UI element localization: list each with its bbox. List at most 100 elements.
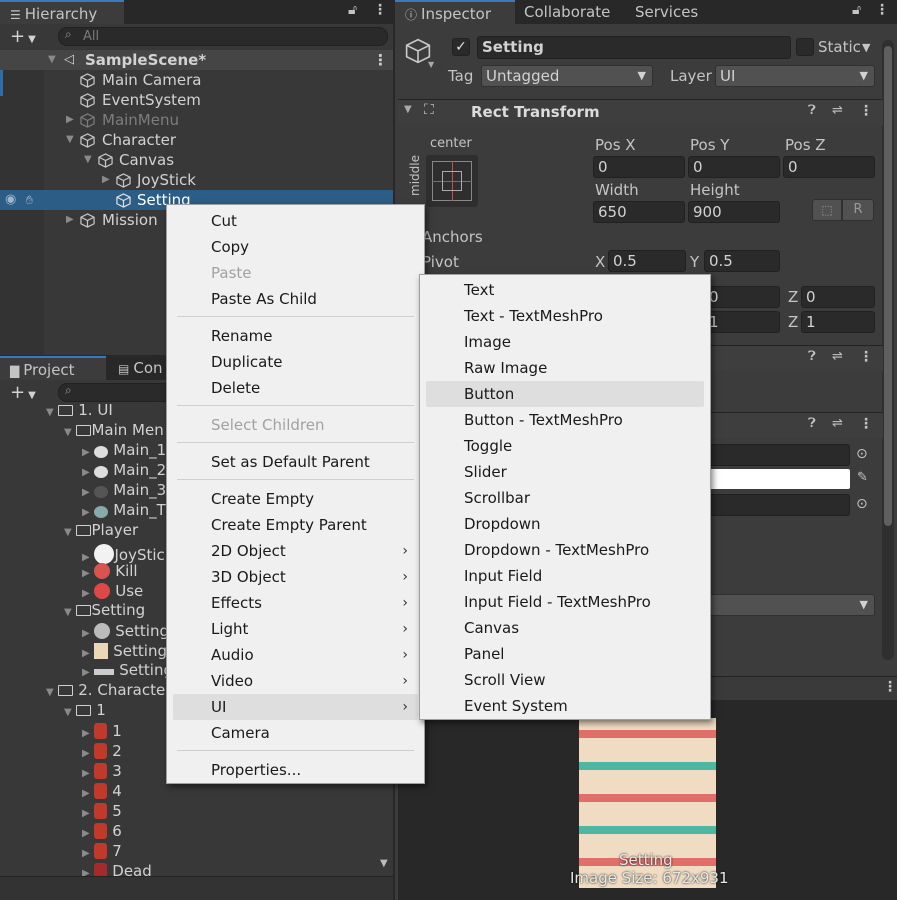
- expand-arrow-icon[interactable]: ▶: [82, 808, 90, 819]
- expand-arrow-icon[interactable]: ▶: [82, 467, 90, 478]
- submenu-item-input-field[interactable]: Input Field: [420, 563, 710, 589]
- submenu-item-image[interactable]: Image: [420, 329, 710, 355]
- asset-row[interactable]: ▶ 4: [82, 780, 122, 800]
- asset-row[interactable]: ▶ Dead: [82, 860, 152, 876]
- object-picker-icon[interactable]: ⊙: [856, 446, 868, 462]
- menu-item-cut[interactable]: Cut: [167, 208, 424, 234]
- menu-item-3d-object[interactable]: 3D Object ›: [167, 564, 424, 590]
- rect-transform-header[interactable]: ▼ ⛶ Rect Transform ❓︎ ⇌ ⋮: [398, 99, 883, 125]
- pos-y-field[interactable]: 0: [688, 156, 780, 178]
- active-checkbox[interactable]: ✓: [452, 38, 470, 56]
- help-icon[interactable]: ❓︎: [808, 103, 816, 118]
- expand-arrow-icon[interactable]: ▶: [82, 568, 90, 579]
- hierarchy-item-canvas[interactable]: ▼ Canvas: [0, 150, 393, 170]
- menu-item-audio[interactable]: Audio ›: [167, 642, 424, 668]
- object-picker-icon[interactable]: ⊙: [856, 496, 868, 512]
- scrollbar-thumb[interactable]: [884, 46, 892, 526]
- submenu-item-text[interactable]: Text: [420, 277, 710, 303]
- asset-row[interactable]: ▶ Use: [82, 580, 143, 600]
- pivot-x-field[interactable]: 0.5: [608, 250, 686, 272]
- help-icon[interactable]: ❓︎: [808, 349, 816, 364]
- preset-icon[interactable]: ⇌: [832, 103, 843, 118]
- tab-collaborate[interactable]: Collaborate: [514, 0, 624, 24]
- asset-row[interactable]: ▶ 6: [82, 820, 122, 840]
- help-icon[interactable]: ❓︎: [808, 416, 816, 431]
- expand-arrow-icon[interactable]: ▶: [82, 507, 90, 518]
- submenu-item-canvas[interactable]: Canvas: [420, 615, 710, 641]
- expand-arrow-icon[interactable]: ▶: [82, 588, 90, 599]
- pos-x-field[interactable]: 0: [593, 156, 685, 178]
- expand-arrow-icon[interactable]: ▶: [82, 828, 90, 839]
- expand-arrow-icon[interactable]: ▶: [82, 667, 90, 678]
- hierarchy-item-joystick[interactable]: ▶ JoyStick: [0, 170, 393, 190]
- expand-arrow-icon[interactable]: ▶: [82, 728, 90, 739]
- image-type-dropdown[interactable]: ▼: [700, 594, 875, 616]
- component-kebab-icon[interactable]: ⋮: [859, 103, 873, 119]
- expand-arrow-icon[interactable]: ▶: [82, 788, 90, 799]
- expand-arrow-icon[interactable]: ▼: [84, 150, 92, 170]
- menu-item-effects[interactable]: Effects ›: [167, 590, 424, 616]
- object-name-field[interactable]: Setting: [477, 36, 791, 59]
- project-add-button[interactable]: + ▼: [10, 382, 36, 403]
- expand-arrow-icon[interactable]: ▶: [82, 447, 90, 458]
- tag-dropdown[interactable]: Untagged ▼: [481, 65, 653, 87]
- menu-item-delete[interactable]: Delete: [167, 375, 424, 401]
- folder-row-1[interactable]: ▼ 1: [64, 700, 106, 720]
- menu-item-ui[interactable]: UI ›: [173, 694, 418, 720]
- hierarchy-item-main-camera[interactable]: Main Camera: [0, 70, 393, 90]
- component-kebab-icon[interactable]: ⋮: [859, 349, 873, 365]
- expand-arrow-icon[interactable]: ▶: [82, 868, 90, 876]
- static-checkbox[interactable]: [796, 38, 814, 56]
- rotation-y-field[interactable]: 0: [704, 286, 780, 308]
- expand-arrow-icon[interactable]: ▼: [48, 50, 56, 70]
- menu-item-set-default-parent[interactable]: Set as Default Parent: [167, 449, 424, 475]
- lock-icon[interactable]: 🔓︎: [852, 2, 861, 18]
- material-field[interactable]: [700, 494, 850, 516]
- expand-arrow-icon[interactable]: ▼: [64, 427, 72, 438]
- preset-icon[interactable]: ⇌: [832, 349, 843, 364]
- expand-arrow-icon[interactable]: ▶: [82, 768, 90, 779]
- menu-item-rename[interactable]: Rename: [167, 323, 424, 349]
- asset-row[interactable]: ▶ 5: [82, 800, 122, 820]
- kebab-menu-icon[interactable]: ⋮: [373, 2, 387, 18]
- menu-item-copy[interactable]: Copy: [167, 234, 424, 260]
- scroll-down-arrow-icon[interactable]: ▼: [380, 858, 388, 869]
- submenu-item-panel[interactable]: Panel: [420, 641, 710, 667]
- submenu-item-button[interactable]: Button: [426, 381, 704, 407]
- tab-inspector[interactable]: ⓘ Inspector: [395, 0, 515, 24]
- submenu-item-raw-image[interactable]: Raw Image: [420, 355, 710, 381]
- expand-arrow-icon[interactable]: ▶: [102, 170, 110, 190]
- rotation-z-field[interactable]: 0: [801, 286, 875, 308]
- layer-dropdown[interactable]: UI ▼: [715, 65, 875, 87]
- asset-row[interactable]: ▶ Setting: [82, 620, 169, 640]
- menu-item-paste[interactable]: Paste: [167, 260, 424, 286]
- menu-item-select-children[interactable]: Select Children: [167, 412, 424, 438]
- asset-row[interactable]: ▶ Setting: [82, 640, 167, 660]
- scale-y-field[interactable]: 1: [704, 311, 780, 333]
- menu-item-video[interactable]: Video ›: [167, 668, 424, 694]
- menu-item-paste-as-child[interactable]: Paste As Child: [167, 286, 424, 312]
- static-dropdown-arrow-icon[interactable]: ▼: [862, 41, 870, 54]
- color-field[interactable]: [700, 469, 850, 489]
- asset-row[interactable]: ▶ Setting: [82, 660, 173, 680]
- menu-item-create-empty[interactable]: Create Empty: [167, 486, 424, 512]
- hierarchy-item-eventsystem[interactable]: EventSystem: [0, 90, 393, 110]
- asset-row[interactable]: ▶ Main_1: [82, 440, 166, 460]
- inspector-scrollbar[interactable]: [882, 40, 894, 660]
- pivot-y-field[interactable]: 0.5: [704, 250, 780, 272]
- tab-project[interactable]: ▇ Project: [0, 356, 106, 380]
- folder-row-character[interactable]: ▼ 2. Characte: [46, 680, 165, 700]
- scene-row[interactable]: ▼ ◁ SampleScene* ⋮: [0, 50, 393, 70]
- submenu-item-text-tmp[interactable]: Text - TextMeshPro: [420, 303, 710, 329]
- blueprint-mode-button[interactable]: ⬚: [812, 199, 842, 221]
- raw-edit-button[interactable]: R: [842, 199, 874, 221]
- menu-item-light[interactable]: Light ›: [167, 616, 424, 642]
- asset-row[interactable]: ▶ 1: [82, 720, 122, 740]
- search-field[interactable]: ⌕ All: [58, 27, 388, 46]
- visibility-eye-icon[interactable]: ◉: [5, 190, 16, 210]
- expand-arrow-icon[interactable]: ▼: [64, 607, 72, 618]
- component-kebab-icon[interactable]: ⋮: [859, 416, 873, 432]
- submenu-item-button-tmp[interactable]: Button - TextMeshPro: [420, 407, 710, 433]
- menu-item-duplicate[interactable]: Duplicate: [167, 349, 424, 375]
- tab-services[interactable]: Services: [625, 0, 725, 24]
